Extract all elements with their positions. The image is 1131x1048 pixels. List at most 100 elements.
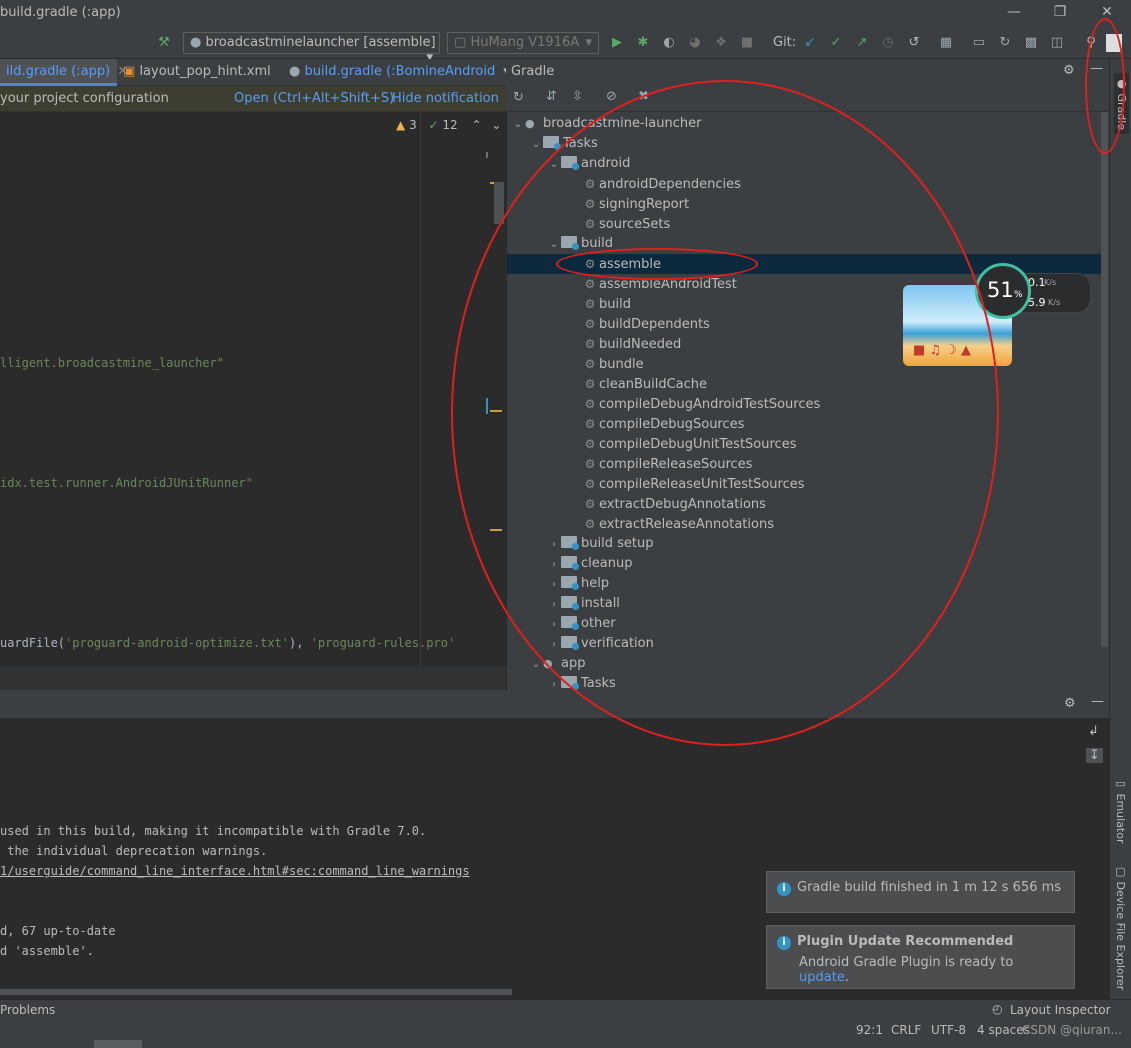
weak-warning-count: 12 [442, 118, 458, 132]
build-finished-balloon[interactable]: i Gradle build finished in 1 m 12 s 656 m… [766, 871, 1075, 913]
line-separator[interactable]: CRLF [891, 1023, 921, 1037]
layout-inspector-icon: ◴ [992, 1002, 1003, 1016]
console-line: d, 67 up-to-date [0, 924, 116, 938]
chevron-down-icon[interactable]: ⌄ [529, 135, 543, 155]
file-encoding[interactable]: UTF-8 [931, 1023, 966, 1037]
attach-debugger-icon[interactable]: ❖ [712, 34, 730, 52]
string-literal: 'proguard-rules.pro' [310, 636, 456, 650]
code-token: ), [289, 636, 311, 650]
upload-unit: K/s [1044, 278, 1057, 287]
gradle-elephant-icon: ● [190, 35, 202, 50]
restore-icon[interactable]: ❐ [1050, 4, 1070, 20]
collapse-all-icon[interactable]: ⇳ [572, 89, 583, 104]
caret-position[interactable]: 92:1 [856, 1023, 883, 1037]
xml-file-icon: ▣ [123, 64, 136, 79]
settings-gear-icon[interactable]: ⚙ [1063, 63, 1075, 78]
run-icon[interactable]: ▶ [608, 34, 626, 52]
hide-notification-link[interactable]: Hide notification [392, 91, 499, 106]
soft-wrap-icon[interactable]: ↲ [1088, 724, 1099, 739]
code-line: lligent.broadcastmine_launcher" [0, 356, 224, 370]
debug-icon[interactable]: ✱ [634, 34, 652, 52]
device-combo[interactable]: ▢ HuMang V1916A ▾ [447, 32, 599, 54]
gradle-panel-header: Gradle ⚙ — [506, 59, 1109, 85]
device-explorer-side-tab[interactable]: ▢ Device File Explorer [1114, 865, 1127, 990]
hide-panel-icon[interactable]: — [1091, 694, 1104, 709]
git-update-icon[interactable]: ↙ [801, 34, 819, 52]
avd-manager-icon[interactable]: ▭ [970, 34, 988, 52]
device-icon: ▢ [1114, 865, 1127, 882]
run-config-combo[interactable]: ● broadcastminelauncher [assemble] ▾ [183, 32, 440, 65]
chevron-up-icon[interactable]: ⌃ [472, 118, 482, 132]
gradle-tree-scrollbar[interactable] [1101, 112, 1108, 647]
settings-gear-icon[interactable]: ⚙ [1064, 696, 1076, 711]
code-line: uardFile('proguard-android-optimize.txt'… [0, 636, 455, 650]
minimize-icon[interactable]: — [1004, 4, 1024, 20]
layout-inspector-tab[interactable]: Layout Inspector [1010, 1003, 1111, 1017]
status-scroll-thumb [94, 1040, 142, 1048]
sdk-manager-icon[interactable]: ▩ [1022, 34, 1040, 52]
console-doc-link[interactable]: 1/userguide/command_line_interface.html#… [0, 864, 470, 878]
tab-label: layout_pop_hint.xml [139, 64, 271, 79]
run-config-label: broadcastminelauncher [assemble] [205, 35, 436, 50]
update-link[interactable]: update [799, 970, 845, 985]
tool-window-bar: Problems ◴ Layout Inspector [0, 999, 1131, 1021]
console-line: d 'assemble'. [0, 944, 94, 958]
console-line: used in this build, making it incompatib… [0, 824, 427, 838]
device-icon: ▢ [454, 35, 467, 50]
console-hscrollbar[interactable] [0, 989, 512, 995]
editor-breadcrumb-bar [0, 667, 506, 690]
tab-label: ild.gradle (:app) [6, 64, 111, 79]
plugin-update-balloon[interactable]: i Plugin Update Recommended Android Gradl… [766, 925, 1075, 989]
gradle-panel-title: Gradle [511, 64, 555, 79]
title-bar: build.gradle (:app) — ❐ ✕ [0, 0, 1131, 28]
warning-count: 3 [409, 118, 417, 132]
emulator-side-tab[interactable]: ▭ Emulator [1114, 777, 1127, 844]
weak-warning-icon: ✓ [428, 118, 439, 132]
warning-icon: ▲ [396, 118, 406, 132]
git-commit-icon[interactable]: ✓ [827, 34, 845, 52]
gradle-elephant-icon: ● [525, 117, 535, 130]
device-manager-icon[interactable]: ◫ [1048, 34, 1066, 52]
project-structure-icon[interactable]: ▦ [937, 34, 955, 52]
code-editor[interactable]: ▲ 3 ✓ 12 ⌃ ⌄ lligent.broadcastmine_launc… [0, 112, 506, 690]
notification-text: your project configuration [0, 91, 169, 106]
tab-build-gradle-bomine[interactable]: ● build.gradle (:BomineAndroid ▾ [283, 59, 510, 86]
stop-icon[interactable]: ■ [738, 34, 756, 52]
open-project-structure-link[interactable]: Open (Ctrl+Alt+Shift+S) [234, 91, 394, 106]
right-margin-guide [420, 112, 421, 667]
git-push-icon[interactable]: ↗ [853, 34, 871, 52]
right-tool-strip: ● Gradle ▭ Emulator ▢ Device File Explor… [1109, 59, 1131, 1019]
sync-gradle-icon[interactable]: ↻ [996, 34, 1014, 52]
git-label: Git: [773, 35, 797, 50]
info-icon: i [777, 882, 791, 896]
output-side-toolbar: ↲ ↧ [1084, 722, 1106, 782]
chevron-down-icon[interactable]: ⌄ [491, 118, 501, 132]
download-unit: K/s [1048, 298, 1061, 307]
inspection-widget[interactable]: ▲ 3 ✓ 12 ⌃ ⌄ [396, 118, 501, 132]
string-literal: lligent.broadcastmine_launcher" [0, 356, 224, 370]
string-literal: idx.test.runner.AndroidJUnitRunner" [0, 476, 253, 490]
cpu-percent: 51 [987, 278, 1014, 302]
side-tab-label: Device File Explorer [1114, 881, 1127, 991]
hammer-icon[interactable]: ⚒ [155, 34, 173, 52]
problems-tab[interactable]: Problems [0, 1003, 55, 1017]
tab-build-gradle-app[interactable]: ild.gradle (:app) ✕ [0, 59, 128, 86]
git-rollback-icon[interactable]: ↺ [905, 34, 923, 52]
profile-icon[interactable]: ◕ [686, 34, 704, 52]
coverage-icon[interactable]: ◐ [660, 34, 678, 52]
main-toolbar: ⚒ ● broadcastminelauncher [assemble] ▾ ▢… [0, 28, 1131, 65]
device-label: HuMang V1916A [470, 35, 580, 50]
network-speed-widget: ↑ 0.1 K/s ↓ 5.9 K/s 51 % [975, 263, 1091, 321]
balloon-text-end: . [844, 970, 849, 985]
tab-layout-pop-hint[interactable]: ▣ layout_pop_hint.xml [117, 59, 283, 86]
task-folder-icon [543, 136, 561, 150]
toggle-offline-icon[interactable]: ⊘ [606, 89, 617, 104]
info-icon: i [777, 936, 791, 950]
window-title: build.gradle (:app) [0, 5, 121, 20]
balloon-title: Plugin Update Recommended [797, 934, 1014, 949]
scroll-to-end-icon[interactable]: ↧ [1086, 748, 1103, 763]
reload-gradle-icon[interactable]: ↻ [513, 90, 524, 105]
git-history-icon[interactable]: ◷ [879, 34, 897, 52]
chevron-down-icon[interactable]: ⌄ [511, 115, 525, 135]
expand-all-icon[interactable]: ⇵ [546, 89, 557, 104]
